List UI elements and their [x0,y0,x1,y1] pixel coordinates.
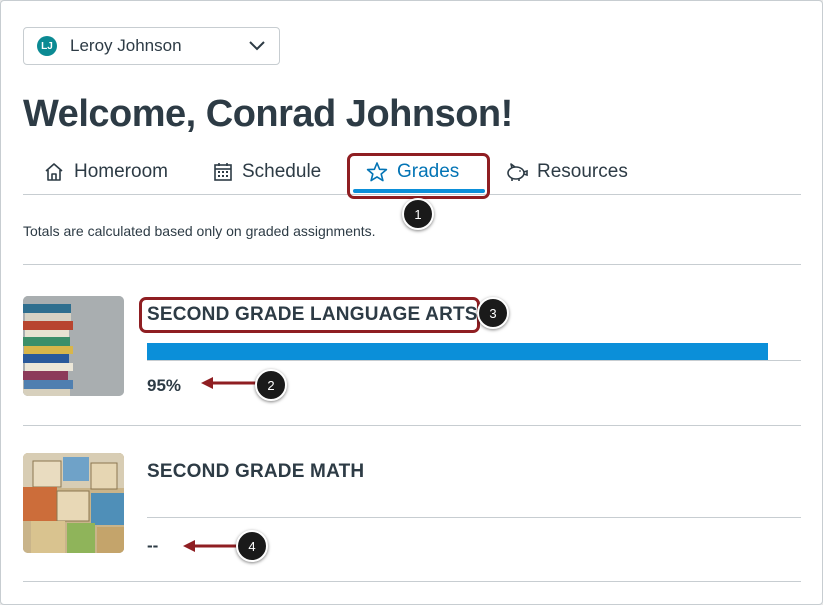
grade-progress-bar [147,517,801,518]
active-tab-indicator [353,189,485,193]
books-image [23,296,124,396]
course-title-link[interactable]: SECOND GRADE LANGUAGE ARTS [147,304,478,326]
callout-marker: 4 [236,530,268,562]
calendar-icon [214,163,232,181]
student-selector[interactable]: LJ Leroy Johnson [23,27,280,65]
tab-label: Homeroom [74,161,168,182]
course-title-link[interactable]: SECOND GRADE MATH [147,461,364,483]
grades-note: Totals are calculated based only on grad… [23,223,376,239]
divider [23,425,801,426]
chevron-down-icon [249,41,265,51]
callout-marker: 3 [477,297,509,329]
tab-label: Resources [537,161,628,182]
grade-progress-bar [147,343,801,361]
grade-progress-fill [147,343,768,360]
tab-bar: Homeroom Schedule Grades Resources [23,149,801,195]
student-name: Leroy Johnson [70,36,182,55]
divider [23,264,801,265]
tab-homeroom[interactable]: Homeroom [43,149,168,195]
star-icon [366,162,388,182]
divider [23,581,801,582]
piggy-bank-icon [507,163,528,181]
page-title: Welcome, Conrad Johnson! [23,93,513,135]
callout-marker: 2 [255,369,287,401]
home-icon [45,163,63,181]
blocks-image [23,453,124,553]
course-grade: 95% [147,376,182,395]
tab-schedule[interactable]: Schedule [213,149,321,195]
callout-marker: 1 [402,198,434,230]
tab-resources[interactable]: Resources [504,149,628,195]
course-thumbnail-blocks-image[interactable] [23,453,124,553]
course-grade: -- [147,536,159,555]
arrow-left-icon [201,377,257,389]
course-thumbnail-books-image[interactable] [23,296,124,396]
tab-label: Schedule [242,161,322,182]
arrow-left-icon [183,540,239,552]
dashboard-window: LJ Leroy Johnson Welcome, Conrad Johnson… [0,0,823,605]
student-avatar: LJ [37,36,57,56]
tab-label: Grades [397,161,460,182]
